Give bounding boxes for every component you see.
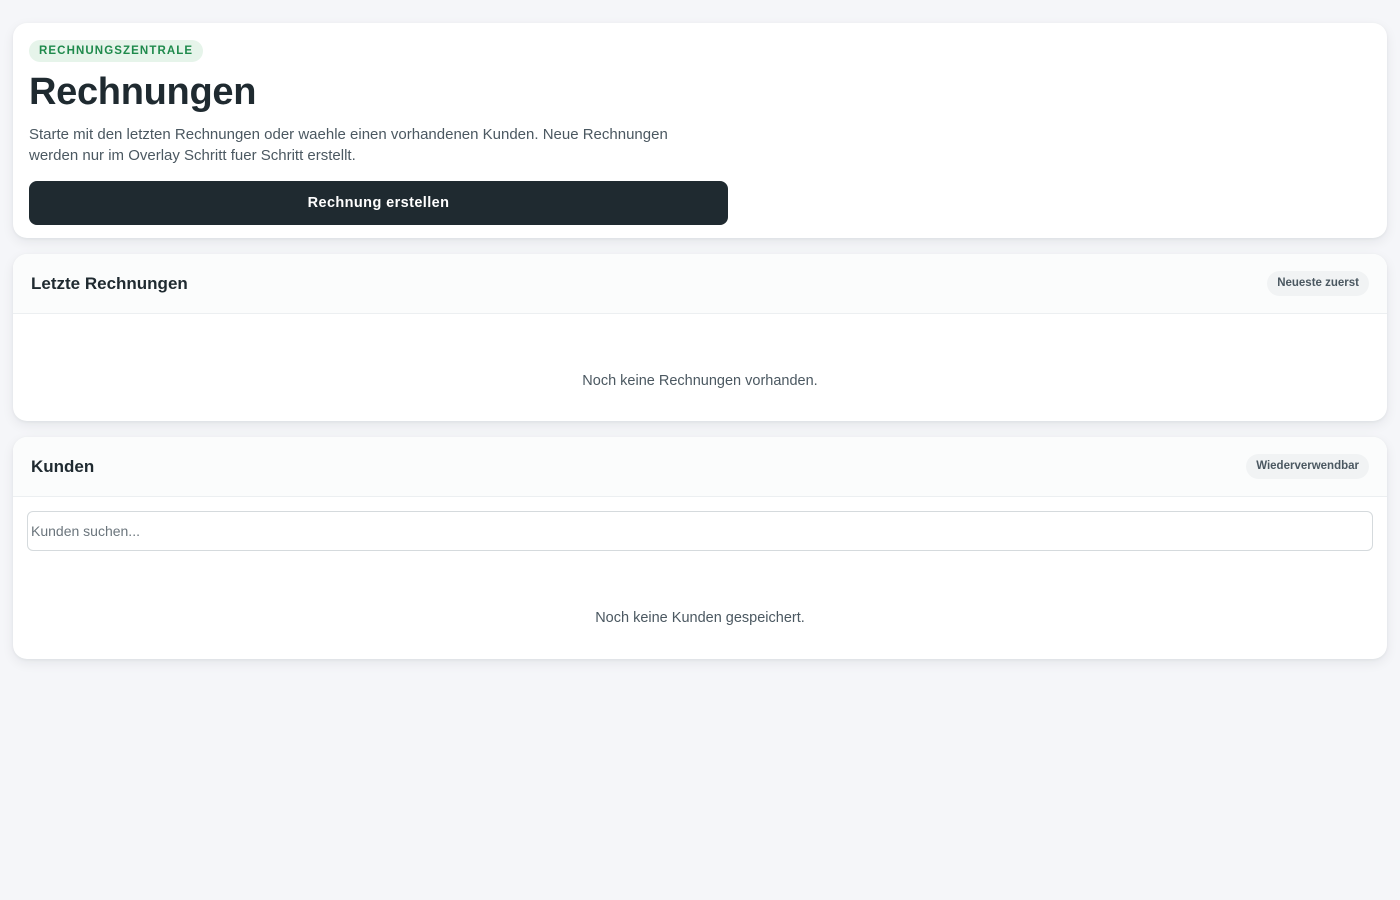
customers-title: Kunden xyxy=(31,456,95,476)
reusable-badge: Wiederverwendbar xyxy=(1246,454,1369,479)
customers-header: Kunden Wiederverwendbar xyxy=(13,437,1387,497)
eyebrow-badge: RECHNUNGSZENTRALE xyxy=(29,40,204,62)
recent-invoices-header: Letzte Rechnungen Neueste zuerst xyxy=(13,254,1387,314)
customers-empty-message: Noch keine Kunden gespeichert. xyxy=(595,610,805,626)
invoices-empty-message: Noch keine Rechnungen vorhanden. xyxy=(582,373,818,389)
page: RECHNUNGSZENTRALE Rechnungen Starte mit … xyxy=(13,23,1387,659)
sort-order-badge: Neueste zuerst xyxy=(1267,271,1369,296)
hero-card: RECHNUNGSZENTRALE Rechnungen Starte mit … xyxy=(13,23,1387,238)
create-invoice-button[interactable]: Rechnung erstellen xyxy=(29,181,728,225)
hero-description: Starte mit den letzten Rechnungen oder w… xyxy=(29,126,668,164)
customer-search-input[interactable] xyxy=(27,511,1373,551)
page-title: Rechnungen xyxy=(29,71,257,113)
customers-body: Noch keine Kunden gespeichert. xyxy=(13,497,1387,659)
recent-invoices-card: Letzte Rechnungen Neueste zuerst Noch ke… xyxy=(13,254,1387,421)
recent-invoices-body: Noch keine Rechnungen vorhanden. xyxy=(13,314,1387,421)
recent-invoices-title: Letzte Rechnungen xyxy=(31,273,188,293)
customers-card: Kunden Wiederverwendbar Noch keine Kunde… xyxy=(13,437,1387,659)
